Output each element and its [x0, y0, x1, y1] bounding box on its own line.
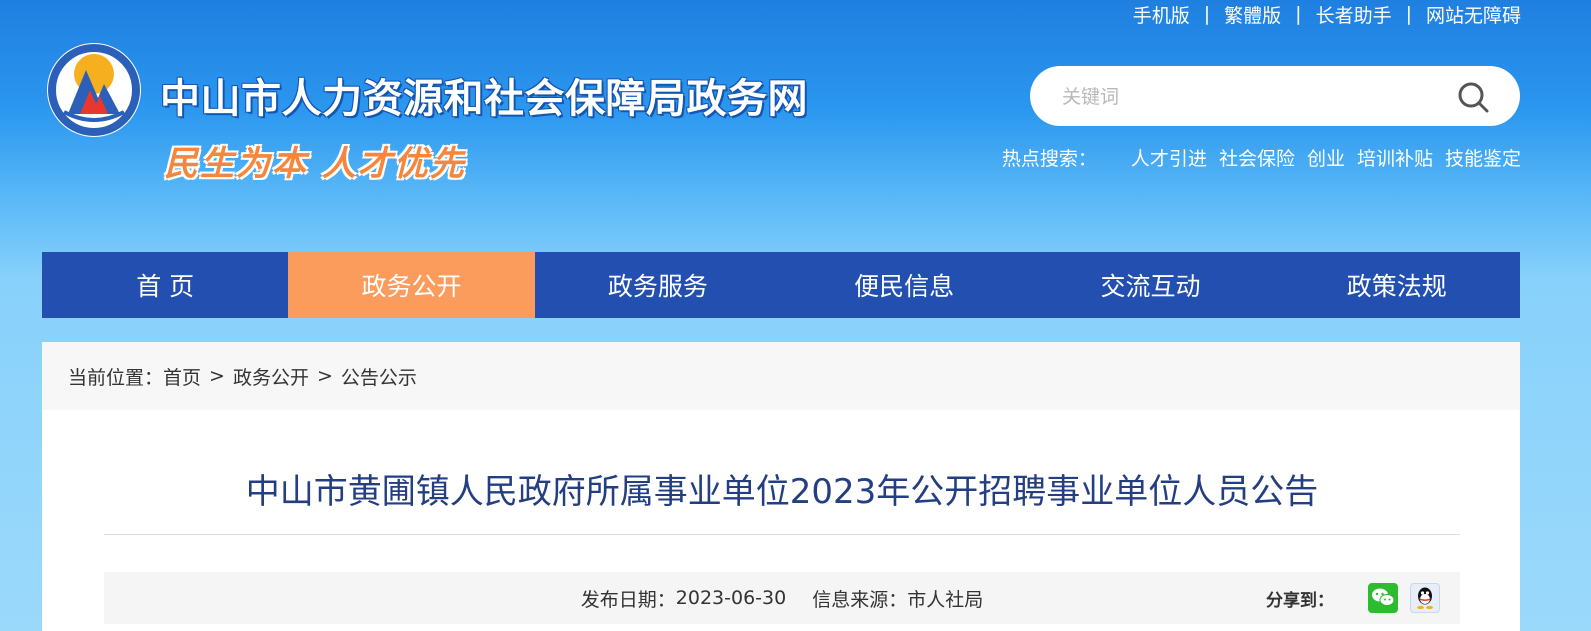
accessibility-link[interactable]: 网站无障碍 — [1426, 1, 1521, 28]
title-divider — [104, 534, 1460, 535]
search-icon[interactable] — [1456, 80, 1490, 114]
breadcrumb-announcements[interactable]: 公告公示 — [341, 363, 417, 390]
hot-term-skill-appraisal[interactable]: 技能鉴定 — [1445, 144, 1521, 171]
site-title: 中山市人力资源和社会保障局政务网 — [160, 76, 808, 122]
hot-term-social-insurance[interactable]: 社会保险 — [1219, 144, 1295, 171]
breadcrumb: 当前位置： 首页 > 政务公开 > 公告公示 — [42, 342, 1520, 410]
nav-item-public-info[interactable]: 便民信息 — [781, 252, 1027, 318]
main-nav: 首 页 政务公开 政务服务 便民信息 交流互动 政策法规 — [42, 252, 1520, 318]
nav-item-home[interactable]: 首 页 — [42, 252, 288, 318]
mobile-version-link[interactable]: 手机版 — [1133, 1, 1190, 28]
breadcrumb-prefix: 当前位置： — [68, 366, 164, 389]
article-meta-bar: 发布日期： 2023-06-30 信息来源： 市人社局 分享到： — [104, 572, 1460, 624]
nav-item-policies[interactable]: 政策法规 — [1274, 252, 1520, 318]
breadcrumb-separator: > — [209, 365, 225, 387]
elderly-assistant-link[interactable]: 长者助手 — [1316, 1, 1392, 28]
search-input[interactable] — [1060, 80, 1444, 114]
qq-icon[interactable] — [1410, 583, 1440, 613]
share-section: 分享到： — [1266, 581, 1440, 615]
source-value: 市人社局 — [907, 588, 984, 611]
hot-term-training-subsidy[interactable]: 培训补贴 — [1357, 144, 1433, 171]
nav-item-interaction[interactable]: 交流互动 — [1027, 252, 1273, 318]
share-label: 分享到： — [1266, 590, 1334, 611]
top-link-separator: | — [1405, 3, 1412, 25]
hot-search-label: 热点搜索： — [1001, 148, 1097, 170]
nav-item-government-services[interactable]: 政务服务 — [535, 252, 781, 318]
hot-term-entrepreneurship[interactable]: 创业 — [1307, 144, 1345, 171]
publish-date: 2023-06-30 — [675, 587, 787, 609]
top-link-separator: | — [1203, 3, 1211, 25]
site-emblem-logo[interactable] — [46, 42, 142, 138]
hot-term-talent-introduction[interactable]: 人才引进 — [1131, 144, 1207, 171]
breadcrumb-separator: > — [316, 365, 333, 387]
top-link-separator: | — [1295, 3, 1302, 25]
site-slogan: 民生为本 人才优先 — [164, 144, 466, 184]
source-label: 信息来源： — [812, 588, 908, 611]
breadcrumb-home[interactable]: 首页 — [163, 363, 201, 390]
article-meta: 发布日期： 2023-06-30 信息来源： 市人社局 — [104, 572, 1460, 624]
search-box — [1030, 66, 1520, 126]
hot-search: 热点搜索： 人才引进 社会保险 创业 培训补贴 技能鉴定 — [1002, 144, 1521, 171]
breadcrumb-government-affairs[interactable]: 政务公开 — [233, 363, 309, 390]
wechat-icon[interactable] — [1368, 583, 1398, 613]
article-title: 中山市黄圃镇人民政府所属事业单位2023年公开招聘事业单位人员公告 — [245, 472, 1319, 512]
publish-date-label: 发布日期： — [580, 588, 676, 611]
top-links: 手机版 | 繁體版 | 长者助手 | 网站无障碍 — [1133, 0, 1521, 28]
article-panel: 当前位置： 首页 > 政务公开 > 公告公示 中山市黄圃镇人民政府所属事业单位2… — [42, 342, 1520, 631]
traditional-chinese-link[interactable]: 繁體版 — [1224, 1, 1281, 28]
nav-item-government-affairs[interactable]: 政务公开 — [288, 252, 535, 318]
